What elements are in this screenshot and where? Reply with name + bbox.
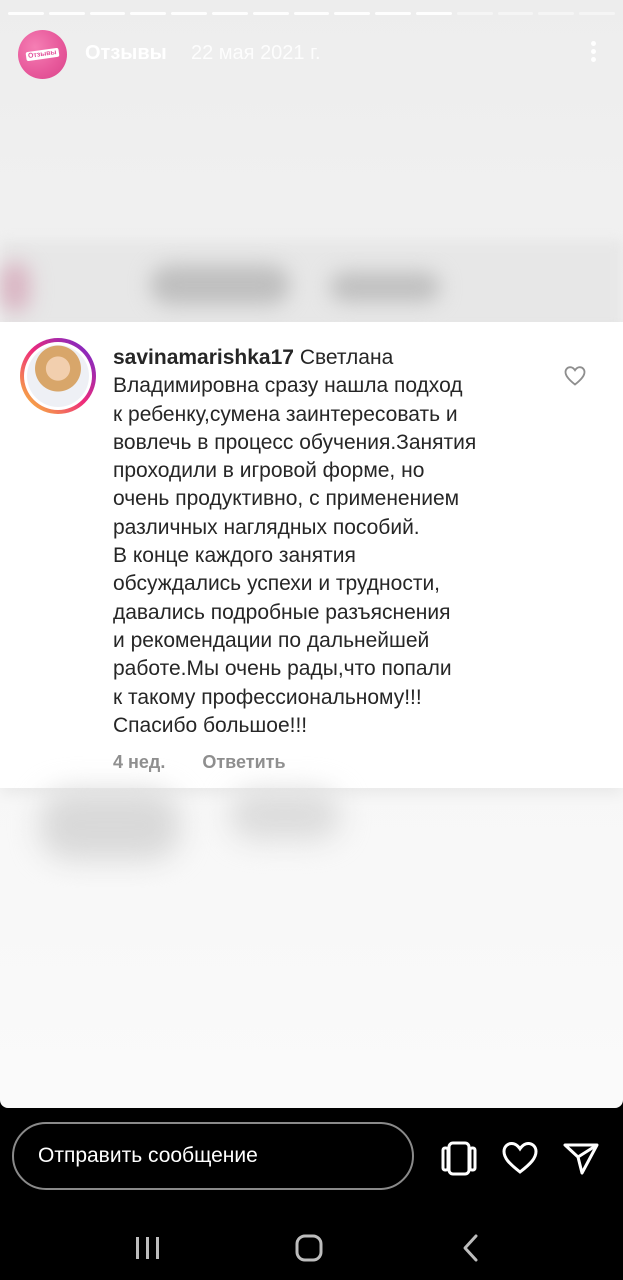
story-progress-segment xyxy=(375,12,411,15)
blurred-background xyxy=(0,240,623,330)
story-progress-segment xyxy=(211,12,248,15)
story-progress-segment xyxy=(130,12,167,15)
story-progress-bar xyxy=(8,12,615,16)
story-date: 22 мая 2021 г. xyxy=(191,42,321,64)
brand-avatar[interactable]: Отзывы xyxy=(18,30,67,79)
reply-link: Ответить xyxy=(202,752,286,772)
back-icon[interactable] xyxy=(451,1228,491,1268)
system-navigation-bar xyxy=(0,1218,623,1280)
comment-line: обсуждались успехи и трудности, xyxy=(113,572,441,596)
blurred-shape xyxy=(40,790,180,860)
story-progress-segment xyxy=(579,12,615,15)
comment-meta: 4 нед. Ответить xyxy=(113,752,286,773)
comment-line: Светлана xyxy=(299,346,394,369)
story-reply-bar: Отправить сообщение xyxy=(0,1108,623,1218)
story-progress-segment xyxy=(538,12,575,15)
story-progress-segment xyxy=(171,12,207,15)
home-icon[interactable] xyxy=(289,1228,329,1268)
comment-text: savinamarishka17 Светлана Владимировна с… xyxy=(113,344,548,740)
blurred-shape xyxy=(150,265,290,305)
more-options-icon[interactable] xyxy=(587,38,599,68)
send-icon[interactable] xyxy=(561,1138,601,1178)
comment-line: Спасибо большое!!! xyxy=(113,713,308,737)
recent-apps-icon[interactable] xyxy=(128,1228,168,1268)
like-comment-icon xyxy=(564,366,586,386)
comment-age: 4 нед. xyxy=(113,752,166,772)
story-progress-segment xyxy=(252,12,289,15)
comment-username: savinamarishka17 xyxy=(113,346,294,369)
story-progress-segment xyxy=(48,12,85,15)
story-viewer[interactable]: Отзывы Отзывы 22 мая 2021 г. savinamaris… xyxy=(0,0,623,1108)
brand-avatar-label: Отзывы xyxy=(25,47,60,62)
blurred-shape xyxy=(0,262,30,312)
comment-line: различных наглядных пособий. xyxy=(113,515,420,539)
story-progress-segment xyxy=(293,12,330,15)
commenter-photo xyxy=(27,345,89,407)
comment-line: и рекомендации по дальнейшей xyxy=(113,628,430,652)
story-progress-segment xyxy=(8,12,44,15)
story-progress-segment xyxy=(415,12,452,15)
story-progress-segment xyxy=(456,12,493,15)
commenter-avatar xyxy=(20,338,96,414)
blurred-shape xyxy=(230,790,340,840)
comment-line: проходили в игровой форме, но xyxy=(113,459,425,483)
comment-line: давались подробные разъяснения xyxy=(113,600,451,624)
comment-line: к такому профессиональному!!! xyxy=(113,685,422,709)
comment-line: к ребенку,сумена заинтересовать и xyxy=(113,402,458,426)
story-progress-segment xyxy=(334,12,371,15)
story-header: Отзывы Отзывы 22 мая 2021 г. xyxy=(0,28,623,82)
comment-line: работе.Мы очень рады,что попали xyxy=(113,657,452,681)
heart-icon[interactable] xyxy=(500,1138,540,1178)
comment-line: Владимировна сразу нашла подход xyxy=(113,374,463,398)
comment-line: вовлечь в процесс обучения.Занятия xyxy=(113,430,477,454)
story-title[interactable]: Отзывы xyxy=(85,42,167,65)
story-progress-segment xyxy=(89,12,126,15)
comment-line: очень продуктивно, с применением xyxy=(113,487,460,511)
send-message-input[interactable]: Отправить сообщение xyxy=(12,1122,414,1190)
comment-line: В конце каждого занятия xyxy=(113,544,356,568)
story-progress-segment xyxy=(497,12,534,15)
sticker-icon[interactable] xyxy=(439,1138,479,1178)
blurred-shape xyxy=(330,272,440,302)
comment-screenshot-card: savinamarishka17 Светлана Владимировна с… xyxy=(0,322,623,788)
